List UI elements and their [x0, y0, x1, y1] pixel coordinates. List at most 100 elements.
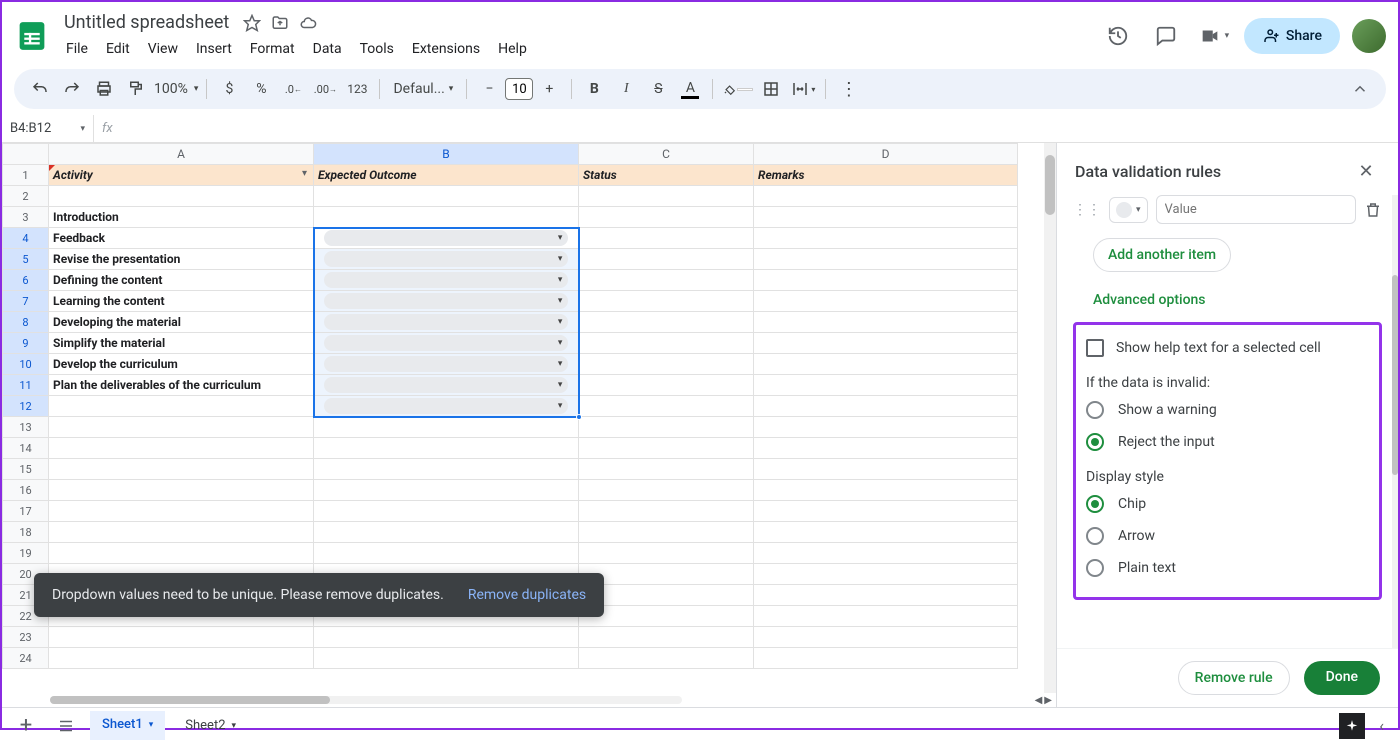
print-button[interactable]: [90, 75, 118, 103]
cell-dropdown[interactable]: [314, 312, 579, 333]
cell[interactable]: [579, 354, 754, 375]
dropdown-chip[interactable]: [324, 314, 569, 330]
doc-title[interactable]: Untitled spreadsheet: [58, 10, 235, 35]
row-header[interactable]: 12: [3, 396, 49, 417]
add-sheet-button[interactable]: +: [10, 710, 42, 742]
cell-dropdown[interactable]: [314, 333, 579, 354]
cell[interactable]: [754, 543, 1018, 564]
row-header[interactable]: 2: [3, 186, 49, 207]
cell[interactable]: [754, 228, 1018, 249]
font-size-decrease[interactable]: −: [475, 75, 503, 103]
row-header[interactable]: 4: [3, 228, 49, 249]
cell[interactable]: [754, 396, 1018, 417]
cell[interactable]: [579, 606, 754, 627]
cell[interactable]: [754, 438, 1018, 459]
menu-file[interactable]: File: [58, 37, 96, 61]
dropdown-chip[interactable]: [324, 251, 569, 267]
cell[interactable]: [579, 480, 754, 501]
cell[interactable]: [579, 522, 754, 543]
cell[interactable]: [49, 417, 314, 438]
cell[interactable]: [754, 501, 1018, 522]
cell[interactable]: [314, 501, 579, 522]
cloud-status-icon[interactable]: [299, 14, 317, 32]
cell[interactable]: [754, 459, 1018, 480]
cell[interactable]: [754, 333, 1018, 354]
cell[interactable]: [49, 501, 314, 522]
cell[interactable]: [579, 375, 754, 396]
cell[interactable]: [579, 186, 754, 207]
row-header[interactable]: 19: [3, 543, 49, 564]
cell[interactable]: [579, 438, 754, 459]
sheet-tab-1[interactable]: Sheet1▾: [90, 711, 165, 740]
zoom-select[interactable]: 100%▾: [154, 75, 198, 103]
cell[interactable]: [579, 249, 754, 270]
radio-icon[interactable]: [1086, 559, 1104, 577]
collapse-toolbar-button[interactable]: [1346, 75, 1374, 103]
sidebar-scrollbar[interactable]: [1392, 195, 1398, 648]
cell[interactable]: [579, 396, 754, 417]
cell[interactable]: Defining the content: [49, 270, 314, 291]
cell[interactable]: [754, 312, 1018, 333]
select-all-corner[interactable]: [3, 144, 49, 165]
cell-dropdown[interactable]: [314, 375, 579, 396]
more-button[interactable]: ⋮: [834, 75, 862, 103]
radio-icon[interactable]: [1086, 527, 1104, 545]
menu-view[interactable]: View: [140, 37, 186, 61]
cell[interactable]: [754, 627, 1018, 648]
cell-dropdown[interactable]: [314, 291, 579, 312]
cell[interactable]: [49, 438, 314, 459]
row-header[interactable]: 14: [3, 438, 49, 459]
cell-dropdown[interactable]: [314, 249, 579, 270]
cell[interactable]: [49, 648, 314, 669]
meet-button[interactable]: ▾: [1196, 18, 1232, 54]
borders-button[interactable]: [757, 75, 785, 103]
dropdown-chip[interactable]: [324, 335, 569, 351]
row-header[interactable]: 24: [3, 648, 49, 669]
cell[interactable]: [49, 396, 314, 417]
cell[interactable]: [754, 648, 1018, 669]
menu-format[interactable]: Format: [242, 37, 303, 61]
close-sidebar-button[interactable]: ✕: [1352, 157, 1380, 185]
dropdown-chip[interactable]: [324, 356, 569, 372]
cell-dropdown[interactable]: [314, 270, 579, 291]
history-icon[interactable]: [1100, 18, 1136, 54]
move-folder-icon[interactable]: [271, 14, 289, 32]
row-header[interactable]: 15: [3, 459, 49, 480]
cell[interactable]: Introduction: [49, 207, 314, 228]
dropdown-chip[interactable]: [324, 377, 569, 393]
cell[interactable]: Develop the curriculum: [49, 354, 314, 375]
radio-reject-input[interactable]: Reject the input: [1086, 433, 1369, 451]
all-sheets-button[interactable]: [50, 710, 82, 742]
cell[interactable]: Feedback: [49, 228, 314, 249]
row-header[interactable]: 23: [3, 627, 49, 648]
cell-dropdown[interactable]: [314, 396, 579, 417]
cell[interactable]: [754, 270, 1018, 291]
cell[interactable]: [314, 207, 579, 228]
row-header[interactable]: 1: [3, 165, 49, 186]
format-123-button[interactable]: 123: [343, 75, 371, 103]
increase-decimal-button[interactable]: .00→: [311, 75, 339, 103]
fill-color-button[interactable]: [721, 75, 753, 103]
cell[interactable]: [49, 522, 314, 543]
percent-button[interactable]: %: [247, 75, 275, 103]
cell[interactable]: [754, 480, 1018, 501]
horizontal-scrollbar[interactable]: ◀▶: [2, 693, 1056, 707]
cell-c1[interactable]: Status: [579, 165, 754, 186]
cell[interactable]: [49, 459, 314, 480]
row-header[interactable]: 11: [3, 375, 49, 396]
delete-option-button[interactable]: [1364, 201, 1382, 219]
bold-button[interactable]: B: [580, 75, 608, 103]
cell[interactable]: Learning the content: [49, 291, 314, 312]
sheet-tab-menu-icon[interactable]: ▾: [149, 720, 154, 730]
cell[interactable]: [314, 459, 579, 480]
cell[interactable]: [314, 417, 579, 438]
font-size-input[interactable]: [505, 78, 533, 100]
cell[interactable]: [579, 648, 754, 669]
cell[interactable]: [579, 417, 754, 438]
share-button[interactable]: Share: [1244, 18, 1340, 54]
cell[interactable]: [579, 543, 754, 564]
paint-format-button[interactable]: [122, 75, 150, 103]
cell[interactable]: [579, 207, 754, 228]
radio-display-chip[interactable]: Chip: [1086, 495, 1369, 513]
cell[interactable]: [579, 564, 754, 585]
